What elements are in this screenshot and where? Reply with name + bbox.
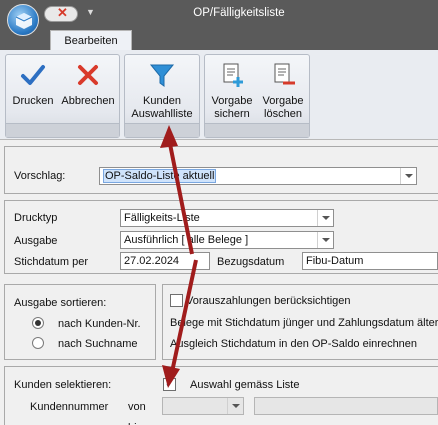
ribbon-group-footer xyxy=(205,123,309,137)
drucktyp-select[interactable]: Fälligkeits-Liste xyxy=(120,209,334,227)
app-menu-orb[interactable] xyxy=(7,4,39,36)
vorschlag-select[interactable]: OP-Saldo-Liste aktuell xyxy=(99,167,417,185)
chevron-down-icon[interactable] xyxy=(317,210,333,226)
ribbon-group-print: Drucken Abbrechen xyxy=(5,54,120,138)
ausgabe-select[interactable]: Ausführlich [ alle Belege ] xyxy=(120,231,334,249)
drucken-button[interactable]: Drucken xyxy=(8,57,58,121)
chevron-down-icon[interactable] xyxy=(227,398,243,414)
vorgabe-sichern-button[interactable]: Vorgabe sichern xyxy=(207,57,257,121)
kunden-auswahlliste-button[interactable]: Kunden Auswahlliste xyxy=(127,57,197,121)
kunden-selektieren-label: Kunden selektieren: xyxy=(14,379,112,391)
kundennummer-von-select[interactable] xyxy=(162,397,244,415)
bezugsdatum-value: Fibu-Datum xyxy=(306,255,364,267)
vorgabe-loeschen-button[interactable]: Vorgabe löschen xyxy=(258,57,308,121)
vorauszahlungen-label: Vorauszahlungen berücksichtigen xyxy=(186,295,351,307)
bezugsdatum-label: Bezugsdatum xyxy=(217,256,285,268)
cancel-x-icon xyxy=(78,65,98,85)
vorgabe-loeschen-line2: löschen xyxy=(264,108,302,120)
vorschlag-label: Vorschlag: xyxy=(14,170,66,182)
kunden-label-line2: Auswahlliste xyxy=(131,108,193,120)
checkmark-icon xyxy=(21,65,45,85)
ribbon-group-footer xyxy=(6,123,119,137)
stichdatum-label: Stichdatum per xyxy=(14,256,88,268)
kunden-label-line1: Kunden xyxy=(143,95,181,107)
stichdatum-input[interactable]: 27.02.2024 xyxy=(120,252,210,270)
cube-icon xyxy=(15,13,33,29)
vorgabe-sichern-line1: Vorgabe xyxy=(211,95,253,107)
vorgabe-loeschen-line1: Vorgabe xyxy=(262,95,304,107)
drucken-label: Drucken xyxy=(12,95,54,107)
kunden-auswahlliste-label: Kunden Auswahlliste xyxy=(127,95,197,121)
vorauszahlungen-checkbox[interactable] xyxy=(170,294,183,307)
chevron-down-icon[interactable] xyxy=(400,168,416,184)
sortieren-label: Ausgabe sortieren: xyxy=(14,297,107,309)
ribbon-group-customers: Kunden Auswahlliste xyxy=(124,54,200,138)
delete-preset-icon xyxy=(274,63,295,85)
ausgabe-label: Ausgabe xyxy=(14,235,58,247)
drucktyp-label: Drucktyp xyxy=(14,212,58,224)
save-preset-icon xyxy=(223,63,243,87)
drucktyp-value: Fälligkeits-Liste xyxy=(124,212,200,224)
radio-suchname-label: nach Suchname xyxy=(58,338,138,350)
quick-access-close-button[interactable]: ✕ xyxy=(44,5,78,22)
ausgabe-value: Ausführlich [ alle Belege ] xyxy=(124,234,249,246)
ribbon-group-presets: Vorgabe sichern Vorgabe löschen xyxy=(204,54,310,138)
abbrechen-button[interactable]: Abbrechen xyxy=(58,57,118,121)
filter-icon xyxy=(149,64,175,87)
stichdatum-value: 27.02.2024 xyxy=(124,255,180,267)
kundennummer-von-label: von xyxy=(128,401,146,413)
vorschlag-value: OP-Saldo-Liste aktuell xyxy=(103,169,217,183)
auswahl-liste-label: Auswahl gemäss Liste xyxy=(190,379,300,391)
abbrechen-label: Abbrechen xyxy=(61,95,115,107)
auswahl-liste-checkbox[interactable] xyxy=(163,377,176,391)
ausgleich-text: Ausgleich Stichdatum in den OP-Saldo ein… xyxy=(170,338,418,350)
kunden-selektieren-panel xyxy=(4,366,438,425)
ribbon-group-footer xyxy=(125,123,199,137)
bezugsdatum-select[interactable]: Fibu-Datum xyxy=(302,252,438,270)
close-icon: ✕ xyxy=(57,5,68,20)
chevron-down-icon[interactable] xyxy=(317,232,333,248)
vorgabe-sichern-line2: sichern xyxy=(214,108,250,120)
belege-text: Belege mit Stichdatum jünger und Zahlung… xyxy=(170,317,438,329)
kundennummer-label: Kundennummer xyxy=(30,401,109,413)
ribbon: Drucken Abbrechen Kunden Auswahlliste Vo… xyxy=(0,50,438,140)
tab-bearbeiten[interactable]: Bearbeiten xyxy=(50,30,132,51)
radio-suchname[interactable] xyxy=(32,337,44,349)
form-area: Vorschlag: OP-Saldo-Liste aktuell Druckt… xyxy=(0,140,438,425)
vorgabe-sichern-label: Vorgabe sichern xyxy=(207,95,257,121)
kundennummer-von-name[interactable] xyxy=(254,397,438,415)
radio-kunden-nr-label: nach Kunden-Nr. xyxy=(58,318,141,330)
quick-access-dropdown-icon[interactable]: ▼ xyxy=(86,7,95,17)
vorgabe-loeschen-label: Vorgabe löschen xyxy=(258,95,308,121)
radio-kunden-nr[interactable] xyxy=(32,317,44,329)
